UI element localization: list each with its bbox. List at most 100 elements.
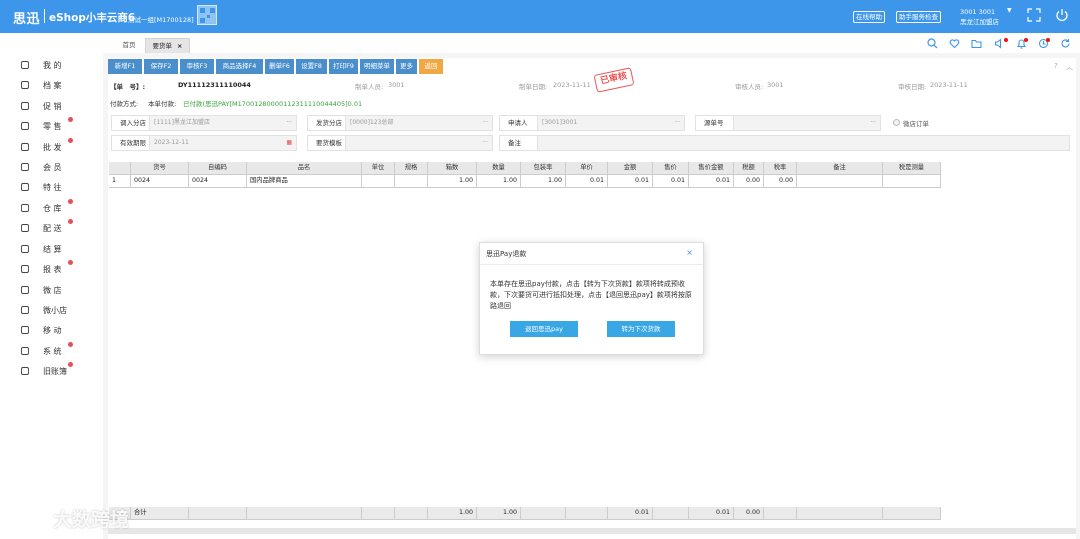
toolbar-button-4[interactable]: 删单F6 [265,59,295,74]
table-cell: 1.00 [428,175,477,188]
folder-icon[interactable] [971,38,982,49]
horizontal-scrollbar[interactable] [108,528,1076,534]
sidebar-item-label: 零 售 [43,122,62,131]
template-label: 要货模板 [308,136,346,150]
expiry-field[interactable]: 有效期限 2023-12-11 ▦ [111,135,297,151]
remark-field[interactable]: 备注 [499,135,1070,151]
refresh-icon[interactable] [1060,38,1071,49]
table-cell [883,175,941,188]
column-header: 售价金额 [689,162,734,175]
column-header: 箱数 [428,162,477,175]
maker-label: 制单人员: [355,83,384,91]
table-row[interactable]: 1 0024 0024 国内品牌商品 1.00 1.00 1.00 0.01 0.01 0.01 0… [109,175,941,188]
tab-bar: 首页 要货单 × [103,33,1080,53]
applicant-value: [3001]3001 [542,119,578,126]
sidebar-item-label: 微小店 [43,306,67,315]
branch-in-value: [1111]黑龙江加盟店 [154,119,210,126]
online-help-button[interactable]: 在线帮助 [853,11,885,23]
table-cell [189,507,247,520]
logo: 思迅 [13,12,41,27]
qr-code-icon[interactable] [197,5,217,25]
template-field[interactable]: 要货模板 ··· [307,135,493,151]
table-total-row[interactable]: 合计 1.00 1.00 0.01 0.01 0.00 [109,507,941,520]
column-header: 税率 [764,162,797,175]
order-no-label: 【单 号】: [110,83,146,91]
more-icon[interactable]: ··· [870,116,876,129]
table-cell: 1.00 [477,507,521,520]
store-name: 黑龙江加盟店 [960,18,999,26]
tab-home[interactable]: 首页 [115,38,143,53]
calendar-icon[interactable]: ▦ [286,136,292,149]
transfer-next-payment-button[interactable]: 转为下次货款 [607,321,675,337]
power-icon[interactable] [1055,8,1069,22]
more-icon[interactable]: ··· [482,116,488,129]
collapse-icon[interactable]: ︿ [1066,62,1073,72]
applicant-label: 申请人 [500,116,538,130]
table-cell [395,507,428,520]
tab-requisition[interactable]: 要货单 × [145,38,190,53]
column-header: 备注 [797,162,883,175]
heart-icon[interactable] [949,38,960,49]
table-cell: 合计 [131,507,189,520]
badge-dot [68,219,73,224]
warehouse-icon [20,203,30,213]
close-icon[interactable]: × [177,42,182,50]
toolbar-button-7[interactable]: 明细菜单 [360,59,395,74]
mobile-icon [20,325,30,335]
ledger-icon [20,366,30,376]
applicant-field[interactable]: 申请人 [3001]3001 ··· [499,115,685,131]
search-icon[interactable] [927,38,938,49]
column-header: 税是测量 [883,162,941,175]
branch-in-field[interactable]: 调入分店 [1111]黑龙江加盟店 ··· [111,115,297,131]
approver-label: 审核人员: [735,83,764,91]
remark-label: 备注 [500,136,538,150]
settings-icon [20,346,30,356]
settle-icon [20,244,30,254]
branch-out-field[interactable]: 发货分店 [0000]123总部 ··· [307,115,493,131]
user-id: 3001 3001 [960,8,996,16]
more-icon[interactable]: ··· [674,116,680,129]
tab-label: 要货单 [152,42,173,50]
toolbar-button-5[interactable]: 设置F8 [296,59,328,74]
sidebar-item-label: 我 的 [43,61,62,70]
shop-icon [20,285,30,295]
table-cell [362,507,395,520]
toolbar-button-0[interactable]: 新增F1 [108,59,143,74]
more-icon[interactable]: ··· [286,116,292,129]
toolbar-button-9[interactable]: 返回 [419,59,444,74]
expiry-label: 有效期限 [112,136,150,150]
toolbar-button-6[interactable]: 打印F9 [329,59,359,74]
table-cell: 1 [109,175,131,188]
toolbar-button-2[interactable]: 审核F3 [180,59,215,74]
assistant-check-button[interactable]: 助手服务检查 [896,11,941,23]
branch-in-label: 调入分店 [112,116,150,130]
toolbar-button-3[interactable]: 商品选择F4 [216,59,264,74]
sidebar-item-label: 结 算 [43,245,62,254]
column-header: 货号 [131,162,189,175]
refund-to-pay-button[interactable]: 退回思迅pay [510,321,578,337]
table-cell [797,175,883,188]
badge-dot [68,342,73,347]
sidebar-item-label: 配 送 [43,224,62,233]
close-icon[interactable]: × [686,248,693,257]
truck-icon [20,223,30,233]
help-icon[interactable]: ? [1054,62,1058,70]
badge-dot [68,117,73,122]
table-cell: 国内品牌商品 [247,175,362,188]
fullscreen-icon[interactable] [1027,8,1041,22]
column-header: 规格 [395,162,428,175]
micro-order-checkbox[interactable] [893,119,900,126]
toolbar-button-8[interactable]: 更多 [396,59,418,74]
target-icon [20,182,30,192]
more-icon[interactable]: ··· [482,136,488,149]
sidebar-item-label: 会 员 [43,163,62,172]
source-order-field[interactable]: 源单号 ··· [695,115,881,131]
column-header: 包装率 [521,162,566,175]
toolbar-button-1[interactable]: 保存F2 [144,59,179,74]
table-cell: 1.00 [428,507,477,520]
column-header: 税额 [734,162,764,175]
table-cell: 0.00 [734,175,764,188]
table-cell: 0.01 [566,175,608,188]
user-menu[interactable]: 3001 3001 黑龙江加盟店 [960,7,999,27]
chevron-down-icon[interactable]: ▼ [1007,7,1012,14]
